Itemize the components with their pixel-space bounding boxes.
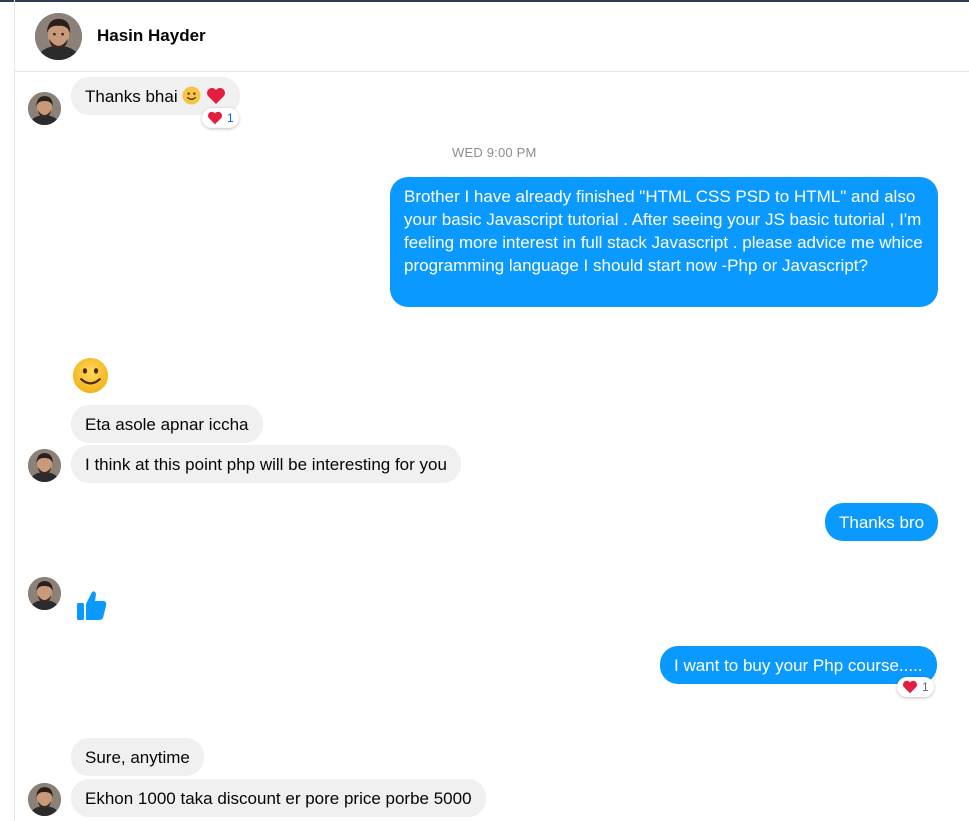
- red-heart-icon: [902, 680, 918, 694]
- message-text: Sure, anytime: [85, 748, 190, 767]
- thumbs-up-icon[interactable]: [74, 587, 110, 623]
- message-reaction[interactable]: 1: [202, 108, 239, 128]
- reaction-count: 1: [922, 680, 929, 694]
- left-divider: [14, 0, 15, 821]
- message-reaction[interactable]: 1: [897, 677, 934, 697]
- sender-avatar[interactable]: [28, 449, 61, 482]
- message-bubble-incoming[interactable]: Ekhon 1000 taka discount er pore price p…: [71, 779, 486, 817]
- sender-avatar[interactable]: [28, 92, 61, 125]
- contact-name[interactable]: Hasin Hayder: [97, 26, 206, 46]
- reaction-count: 1: [227, 111, 234, 125]
- message-text: Thanks bro: [839, 513, 925, 532]
- message-text: Ekhon 1000 taka discount er pore price p…: [85, 789, 472, 808]
- message-bubble-outgoing[interactable]: Brother I have already finished "HTML CS…: [390, 177, 938, 307]
- message-bubble-incoming[interactable]: I think at this point php will be intere…: [71, 445, 461, 483]
- message-bubble-incoming[interactable]: Sure, anytime: [71, 738, 204, 776]
- message-text: Brother I have already finished "HTML CS…: [404, 187, 923, 275]
- message-text: I think at this point php will be intere…: [85, 455, 447, 474]
- message-bubble-outgoing[interactable]: I want to buy your Php course.....: [660, 646, 937, 684]
- timestamp-divider: WED 9:00 PM: [452, 145, 537, 160]
- message-bubble-outgoing[interactable]: Thanks bro: [825, 503, 939, 541]
- message-text: Thanks bhai: [85, 87, 178, 106]
- conversation-header: Hasin Hayder: [15, 2, 969, 72]
- message-bubble-incoming[interactable]: Eta asole apnar iccha: [71, 405, 263, 443]
- contact-avatar[interactable]: [35, 13, 82, 60]
- red-heart-icon: [207, 111, 223, 125]
- slightly-smiling-face-icon[interactable]: [72, 357, 109, 394]
- message-text: Eta asole apnar iccha: [85, 415, 249, 434]
- sender-avatar[interactable]: [28, 577, 61, 610]
- slightly-smiling-face-icon: [182, 86, 201, 111]
- message-text: I want to buy your Php course.....: [674, 656, 923, 675]
- sender-avatar[interactable]: [28, 783, 61, 816]
